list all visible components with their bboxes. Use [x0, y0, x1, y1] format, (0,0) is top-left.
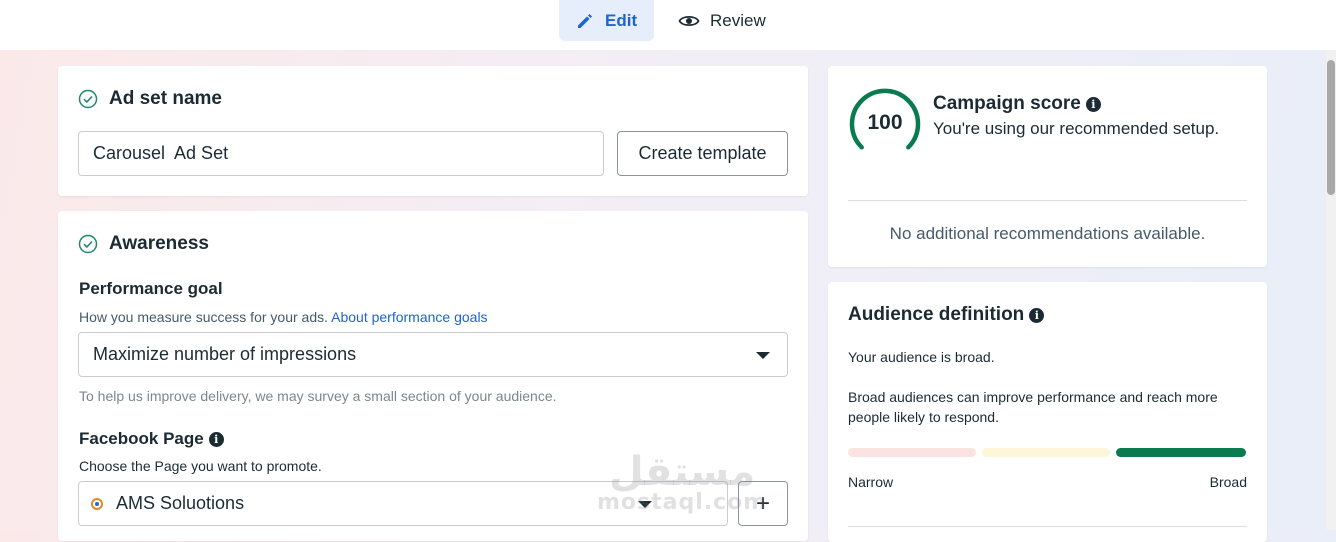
- page-logo-icon: [91, 497, 103, 510]
- campaign-score-card: 100 Campaign score i You're using our rec…: [828, 66, 1267, 267]
- audience-definition-title: Audience definition i: [848, 304, 1045, 326]
- tab-edit[interactable]: Edit: [559, 0, 654, 41]
- about-performance-goals-link[interactable]: About performance goals: [331, 309, 487, 325]
- performance-goal-desc-text: How you measure success for your ads.: [79, 309, 328, 325]
- audience-broad-text: Your audience is broad.: [848, 349, 995, 365]
- check-circle-icon: [78, 234, 98, 254]
- performance-goal-label: Performance goal: [79, 279, 223, 298]
- recommendations-text: No additional recommendations available.: [889, 224, 1206, 243]
- audience-definition-title-text: Audience definition: [848, 304, 1025, 325]
- audience-explanation: Broad audiences can improve performance …: [848, 389, 1218, 425]
- campaign-score-title-text: Campaign score: [933, 93, 1081, 114]
- create-template-button[interactable]: Create template: [617, 131, 788, 176]
- audience-meter-broad: [1116, 448, 1246, 457]
- tab-review-label: Review: [710, 10, 766, 30]
- audience-meter-mid: [982, 448, 1110, 457]
- ad-set-name-card: Ad set name Carousel Ad Set Create templ…: [58, 66, 808, 196]
- watermark-latin: mostaql.com: [597, 490, 768, 515]
- facebook-page-label: Facebook Page i: [79, 429, 224, 449]
- audience-narrow-label: Narrow: [848, 474, 894, 490]
- divider: [848, 526, 1247, 527]
- awareness-title: Awareness: [109, 233, 209, 254]
- ad-set-name-title: Ad set name: [109, 88, 222, 109]
- check-circle-icon: [78, 89, 98, 109]
- pencil-icon: [578, 13, 592, 28]
- ad-set-name-value: Carousel Ad Set: [93, 143, 229, 163]
- performance-goal-select[interactable]: Maximize number of impressions: [78, 332, 788, 377]
- scrollbar-thumb[interactable]: [1327, 60, 1335, 195]
- score-value: 100: [867, 111, 903, 134]
- facebook-page-label-text: Facebook Page: [79, 429, 204, 448]
- campaign-score-subtitle: You're using our recommended setup.: [933, 119, 1220, 138]
- audience-definition-card: Audience definition i Your audience is br…: [828, 282, 1267, 542]
- chevron-down-icon: [756, 352, 770, 359]
- campaign-score-title: Campaign score i: [933, 93, 1101, 115]
- facebook-page-value: AMS Soluotions: [116, 493, 245, 513]
- eye-icon: [678, 15, 700, 26]
- info-icon[interactable]: i: [208, 432, 224, 447]
- watermark-logo: مستقل mostaql.com: [597, 452, 767, 514]
- survey-note: To help us improve delivery, we may surv…: [79, 388, 557, 404]
- watermark-arabic: مستقل: [608, 449, 756, 495]
- divider: [848, 200, 1247, 201]
- audience-broad-label: Broad: [1209, 474, 1247, 490]
- facebook-page-description: Choose the Page you want to promote.: [79, 458, 322, 474]
- info-icon[interactable]: i: [1085, 97, 1101, 112]
- tab-edit-label: Edit: [605, 10, 638, 30]
- performance-goal-description: How you measure success for your ads. Ab…: [79, 309, 488, 325]
- audience-meter-narrow: [848, 448, 976, 457]
- ad-set-name-input[interactable]: Carousel Ad Set: [78, 131, 604, 176]
- info-icon[interactable]: i: [1029, 308, 1045, 323]
- performance-goal-value: Maximize number of impressions: [93, 344, 357, 364]
- tab-review[interactable]: Review: [676, 0, 766, 41]
- top-bar: Edit Review: [0, 0, 1336, 50]
